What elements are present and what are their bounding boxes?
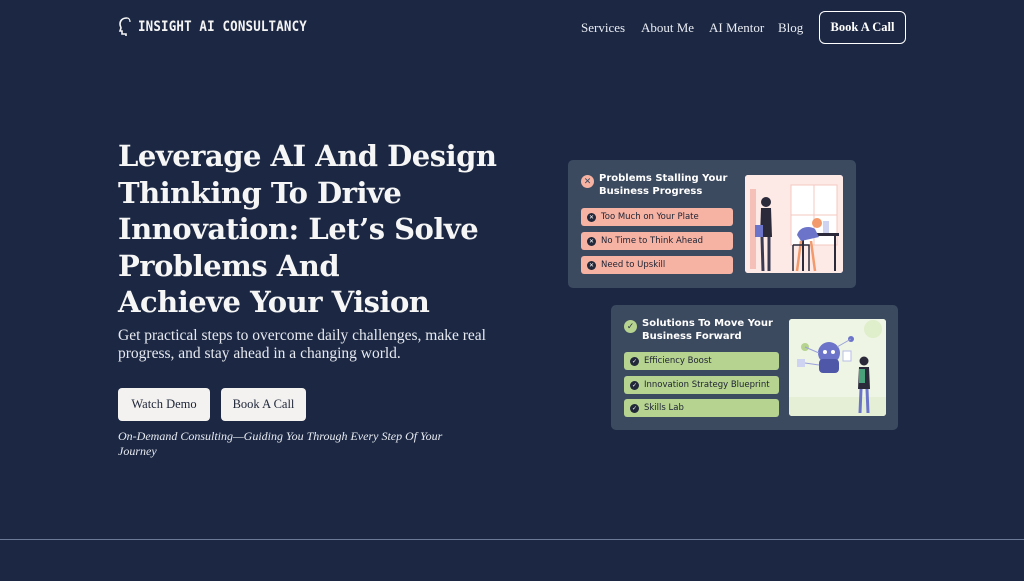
- section-divider: [0, 539, 1024, 540]
- x-circle-icon: ✕: [581, 175, 594, 188]
- book-a-call-hero-button[interactable]: Book A Call: [221, 388, 306, 421]
- problem-item: ✕ No Time to Think Ahead: [581, 232, 733, 250]
- problems-card-title: Problems Stalling Your Business Progress: [599, 173, 728, 197]
- hero-title-line: Problems And: [118, 248, 340, 283]
- nav-about-me[interactable]: About Me: [641, 20, 694, 36]
- ai-solutions-illustration: [789, 319, 886, 416]
- watch-demo-button[interactable]: Watch Demo: [118, 388, 210, 421]
- hero-title: Leverage AI And Design Thinking To Drive…: [118, 138, 498, 321]
- problem-item-label: Too Much on Your Plate: [601, 212, 699, 222]
- problem-item: ✕ Need to Upskill: [581, 256, 733, 274]
- hero-title-line: Thinking To Drive: [118, 175, 402, 210]
- nav-services[interactable]: Services: [581, 20, 625, 36]
- nav-ai-mentor[interactable]: AI Mentor: [709, 20, 764, 36]
- solutions-card-header: ✓ Solutions To Move Your Business Forwar…: [624, 318, 794, 343]
- hero-title-line: Leverage AI And Design: [118, 139, 497, 173]
- problems-card: ✕ Problems Stalling Your Business Progre…: [568, 160, 856, 288]
- solution-item-label: Efficiency Boost: [644, 356, 712, 366]
- check-icon: ✓: [630, 403, 639, 413]
- hero-tagline: On-Demand Consulting—Guiding You Through…: [118, 429, 443, 458]
- solution-item-label: Skills Lab: [644, 403, 684, 413]
- problem-item: ✕ Too Much on Your Plate: [581, 208, 733, 226]
- problems-card-header: ✕ Problems Stalling Your Business Progre…: [581, 173, 741, 198]
- site-header: INSIGHT AI CONSULTANCY Services About Me…: [0, 0, 1024, 56]
- x-icon: ✕: [587, 212, 596, 222]
- head-profile-icon: [118, 17, 131, 36]
- logo[interactable]: INSIGHT AI CONSULTANCY: [118, 17, 334, 37]
- x-icon: ✕: [587, 236, 596, 246]
- hero-title-line: Innovation: Let’s Solve: [118, 212, 479, 246]
- solutions-card: ✓ Solutions To Move Your Business Forwar…: [611, 305, 898, 430]
- nav-blog[interactable]: Blog: [778, 20, 803, 36]
- x-icon: ✕: [587, 260, 596, 270]
- solution-item: ✓ Skills Lab: [624, 399, 779, 417]
- book-a-call-header-button[interactable]: Book A Call: [819, 11, 906, 44]
- hero-title-line: Achieve Your Vision: [118, 285, 430, 319]
- solution-item-label: Innovation Strategy Blueprint: [644, 380, 770, 390]
- solution-item: ✓ Efficiency Boost: [624, 352, 779, 370]
- problem-item-label: No Time to Think Ahead: [601, 236, 703, 246]
- check-circle-icon: ✓: [624, 320, 637, 333]
- problem-item-label: Need to Upskill: [601, 260, 666, 270]
- stressed-worker-illustration: [745, 175, 843, 273]
- logo-text: INSIGHT AI CONSULTANCY: [138, 19, 307, 35]
- check-icon: ✓: [630, 356, 639, 366]
- hero-subtitle: Get practical steps to overcome daily ch…: [118, 327, 486, 362]
- solutions-card-title: Solutions To Move Your Business Forward: [642, 318, 773, 342]
- check-icon: ✓: [630, 380, 639, 390]
- solution-item: ✓ Innovation Strategy Blueprint: [624, 376, 779, 394]
